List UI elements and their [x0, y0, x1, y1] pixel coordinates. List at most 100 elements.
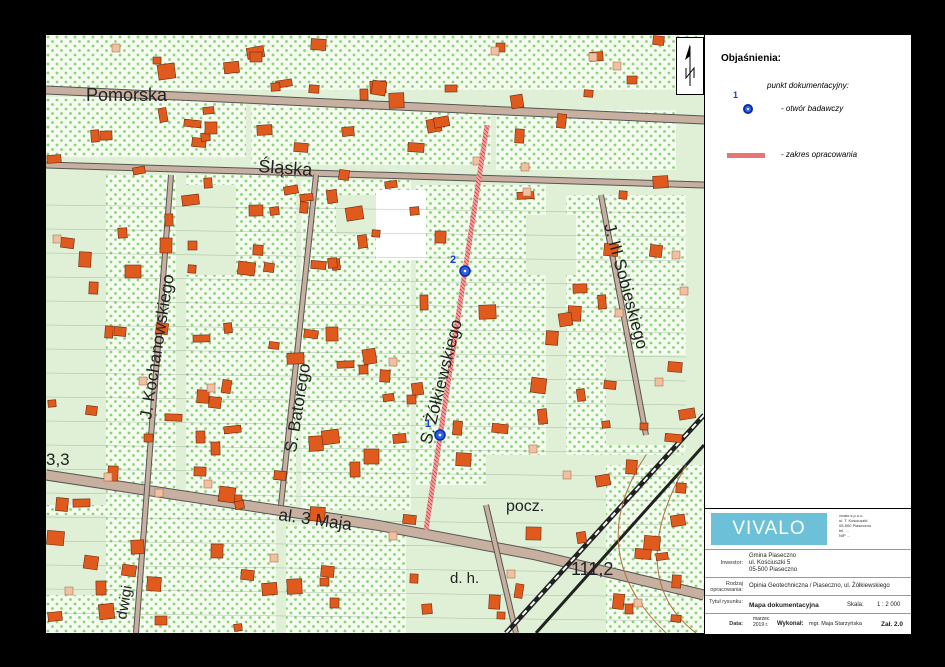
building: [496, 611, 506, 620]
building: [249, 51, 263, 63]
building: [618, 190, 628, 200]
company-line: NIP ...: [839, 533, 851, 538]
street-label-pomorska: Pomorska: [86, 85, 168, 105]
building: [643, 535, 661, 551]
building: [444, 84, 458, 93]
author-value: mgr. Maja Starzyńska: [809, 621, 862, 627]
building: [603, 380, 617, 390]
building: [320, 565, 335, 578]
building: [273, 470, 287, 481]
building: [648, 243, 664, 259]
building: [208, 395, 222, 410]
building: [664, 432, 683, 444]
building: [344, 205, 365, 222]
investor-label: Inwestor:: [720, 560, 743, 566]
drawing-sheet: Pomorska Śląska J. Kochanowskiego S. Bat…: [46, 35, 911, 634]
building: [55, 497, 69, 512]
outbuilding: [64, 586, 74, 596]
building: [597, 294, 607, 310]
map-view[interactable]: Pomorska Śląska J. Kochanowskiego S. Bat…: [46, 35, 704, 633]
type-label: Rodzaj opracowania:: [710, 581, 743, 593]
building: [675, 482, 687, 494]
building: [572, 283, 588, 294]
building: [514, 128, 525, 144]
building: [594, 473, 612, 488]
building: [478, 304, 497, 320]
building: [240, 569, 255, 581]
scale-value: 1 : 2 000: [877, 602, 901, 608]
building: [325, 189, 339, 204]
building: [320, 428, 341, 446]
date-row: Data: marzec 2019 r. Wykonał: mgr. Maja …: [705, 613, 911, 634]
building: [545, 330, 559, 346]
building: [183, 118, 202, 129]
building: [203, 177, 213, 189]
building: [509, 93, 525, 110]
building: [419, 294, 429, 311]
type-row: Rodzaj opracowania: Opinia Geotechniczna…: [705, 577, 911, 596]
building: [402, 514, 417, 525]
building: [625, 459, 638, 475]
building: [202, 106, 215, 115]
building: [187, 264, 197, 274]
building: [452, 420, 463, 436]
outbuilding: [52, 234, 62, 244]
building: [639, 422, 649, 431]
scale-label: Skala:: [847, 602, 864, 608]
building: [82, 554, 100, 571]
drawing-label: Tytuł rysunku:: [709, 599, 743, 605]
label-elevation-111: 111,2: [571, 559, 613, 579]
building: [210, 441, 221, 456]
outbuilding: [654, 377, 664, 387]
building: [181, 193, 200, 207]
author-label: Wykonał:: [777, 621, 804, 627]
building: [192, 334, 211, 343]
outbuilding: [562, 470, 572, 480]
building: [677, 407, 697, 421]
building: [626, 75, 638, 85]
building: [667, 361, 683, 373]
building: [299, 193, 314, 202]
investor-value: Gmina Piaseczno ul. Kościuszki 5 05-500 …: [749, 553, 797, 574]
label-dh: d. h.: [450, 570, 479, 587]
building: [536, 408, 549, 425]
outbuilding: [206, 383, 216, 393]
company-logo: VIVALO: [711, 513, 827, 545]
building: [299, 201, 309, 214]
outbuilding: [154, 488, 164, 498]
outbuilding: [528, 444, 538, 454]
topographic-map: Pomorska Śląska J. Kochanowskiego S. Bat…: [46, 35, 704, 633]
outbuilding: [671, 250, 681, 260]
building: [338, 169, 350, 181]
building: [286, 578, 303, 595]
building: [361, 347, 378, 366]
building: [455, 452, 472, 467]
building: [236, 260, 257, 277]
building: [104, 325, 114, 339]
building: [409, 206, 420, 216]
building: [117, 227, 128, 239]
building: [406, 394, 417, 405]
building: [47, 399, 57, 408]
building: [220, 379, 233, 394]
building: [432, 115, 451, 129]
building: [113, 326, 127, 337]
building: [341, 126, 355, 137]
building: [85, 404, 98, 417]
outbuilding: [588, 52, 598, 62]
outbuilding: [490, 46, 500, 56]
building: [363, 448, 380, 465]
building: [525, 526, 542, 541]
building: [392, 433, 407, 444]
building: [557, 311, 574, 328]
building: [248, 204, 264, 217]
outbuilding: [633, 598, 643, 608]
building: [210, 543, 224, 559]
building: [143, 433, 154, 443]
building: [359, 88, 369, 101]
building: [319, 577, 330, 587]
investor-line: Gmina Piaseczno: [749, 553, 797, 559]
open-plot: [376, 190, 426, 260]
building: [421, 603, 433, 615]
building: [187, 240, 198, 251]
